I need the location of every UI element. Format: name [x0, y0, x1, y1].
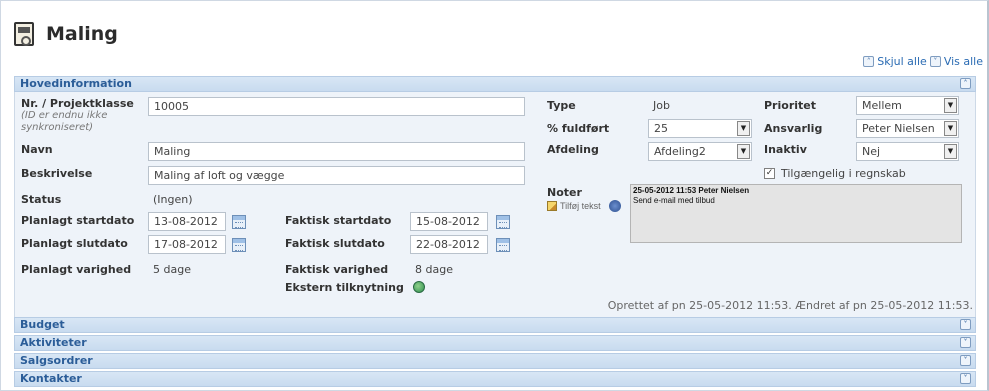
- collapse-all-link[interactable]: Skjul alle: [877, 55, 927, 68]
- actual-end-label: Faktisk slutdato: [285, 237, 385, 250]
- department-label: Afdeling: [547, 143, 599, 156]
- external-link-label: Ekstern tilknytning: [285, 281, 404, 294]
- expand-all-link[interactable]: Vis alle: [944, 55, 983, 68]
- description-label: Beskrivelse: [21, 167, 93, 180]
- section-header-main[interactable]: Hovedinformation ˄: [14, 76, 976, 92]
- created-changed-note: Oprettet af pn 25-05-2012 11:53. Ændret …: [607, 299, 973, 312]
- project-no-note: (ID er endnu ikke synkroniseret): [21, 110, 108, 133]
- notes-line-1: 25-05-2012 11:53 Peter Nielsen: [633, 186, 750, 195]
- percent-value: 25: [654, 122, 668, 135]
- calendar-icon[interactable]: [232, 238, 246, 252]
- department-select[interactable]: Afdeling2 ▼: [648, 142, 752, 161]
- section-title: Salgsordrer: [20, 354, 93, 367]
- actual-duration-value: 8 dage: [415, 263, 453, 276]
- responsible-label: Ansvarlig: [764, 122, 823, 135]
- dropdown-arrow-icon: ▼: [944, 144, 957, 159]
- main-info-panel: Nr. / Projektklasse (ID er endnu ikke sy…: [14, 92, 976, 320]
- calendar-icon[interactable]: [496, 215, 510, 229]
- priority-label: Prioritet: [764, 99, 816, 112]
- section-header-sales-orders[interactable]: Salgsordrer ˅: [14, 353, 976, 369]
- section-title: Kontakter: [20, 372, 82, 385]
- add-text-link[interactable]: Tilføj tekst: [560, 201, 601, 211]
- painting-job-icon: [14, 22, 34, 46]
- type-label: Type: [547, 99, 576, 112]
- collapse-icon[interactable]: ˄: [863, 56, 875, 67]
- name-input[interactable]: Maling: [148, 142, 525, 161]
- planned-start-input[interactable]: 13-08-2012: [148, 212, 226, 231]
- dropdown-arrow-icon: ▼: [944, 98, 957, 113]
- planned-end-label: Planlagt slutdato: [21, 237, 128, 250]
- spellcheck-icon[interactable]: [609, 200, 621, 212]
- calendar-icon[interactable]: [232, 215, 246, 229]
- dropdown-arrow-icon: ▼: [737, 121, 750, 136]
- type-value: Job: [653, 99, 670, 112]
- actual-start-input[interactable]: 15-08-2012: [410, 212, 488, 231]
- priority-select[interactable]: Mellem ▼: [856, 96, 959, 115]
- project-no-label: Nr. / Projektklasse: [21, 97, 134, 110]
- section-header-contacts[interactable]: Kontakter ˅: [14, 371, 976, 387]
- description-input[interactable]: Maling af loft og vægge: [148, 166, 525, 185]
- expand-icon[interactable]: ˅: [960, 355, 971, 366]
- status-value: (Ingen): [153, 193, 193, 206]
- planned-start-label: Planlagt startdato: [21, 214, 135, 227]
- status-label: Status: [21, 193, 62, 206]
- percent-select[interactable]: 25 ▼: [648, 119, 752, 138]
- actual-start-label: Faktisk startdato: [285, 214, 392, 227]
- accounting-checkbox[interactable]: ✓: [764, 168, 775, 179]
- planned-end-input[interactable]: 17-08-2012: [148, 235, 226, 254]
- planned-duration-value: 5 dage: [153, 263, 191, 276]
- toggle-links: ˄ Skjul alle ˅ Vis alle: [863, 55, 983, 68]
- globe-link-icon[interactable]: [413, 281, 425, 293]
- calendar-icon[interactable]: [496, 238, 510, 252]
- inactive-label: Inaktiv: [764, 143, 807, 156]
- inactive-select[interactable]: Nej ▼: [856, 142, 959, 161]
- notes-line-2: Send e-mail med tilbud: [633, 196, 715, 205]
- inactive-value: Nej: [862, 145, 881, 158]
- name-label: Navn: [21, 143, 53, 156]
- section-header-activities[interactable]: Aktiviteter ˅: [14, 335, 976, 351]
- section-title: Aktiviteter: [20, 336, 87, 349]
- responsible-select[interactable]: Peter Nielsen ▼: [856, 119, 959, 138]
- dropdown-arrow-icon: ▼: [944, 121, 957, 136]
- expand-icon[interactable]: ˅: [929, 56, 941, 67]
- expand-icon[interactable]: ˅: [960, 337, 971, 348]
- planned-duration-label: Planlagt varighed: [21, 263, 132, 276]
- actual-end-input[interactable]: 22-08-2012: [410, 235, 488, 254]
- section-title: Budget: [20, 318, 65, 331]
- expand-icon[interactable]: ˅: [960, 373, 971, 384]
- responsible-value: Peter Nielsen: [862, 122, 935, 135]
- notes-textarea[interactable]: 25-05-2012 11:53 Peter Nielsen Send e-ma…: [630, 184, 962, 243]
- percent-label: % fuldført: [547, 122, 610, 135]
- priority-value: Mellem: [862, 99, 902, 112]
- dropdown-arrow-icon: ▼: [737, 144, 750, 159]
- actual-duration-label: Faktisk varighed: [285, 263, 389, 276]
- section-title: Hovedinformation: [20, 77, 132, 90]
- project-no-input[interactable]: 10005: [148, 97, 525, 116]
- section-header-budget[interactable]: Budget ˅: [14, 317, 976, 333]
- page-title: Maling: [46, 23, 118, 45]
- expand-icon[interactable]: ˅: [960, 319, 971, 330]
- notes-label: Noter: [547, 186, 582, 199]
- collapse-icon[interactable]: ˄: [960, 78, 971, 89]
- department-value: Afdeling2: [654, 145, 706, 158]
- title-row: Maling: [14, 20, 118, 48]
- accounting-label: Tilgængelig i regnskab: [781, 167, 906, 180]
- pencil-icon[interactable]: [547, 201, 557, 211]
